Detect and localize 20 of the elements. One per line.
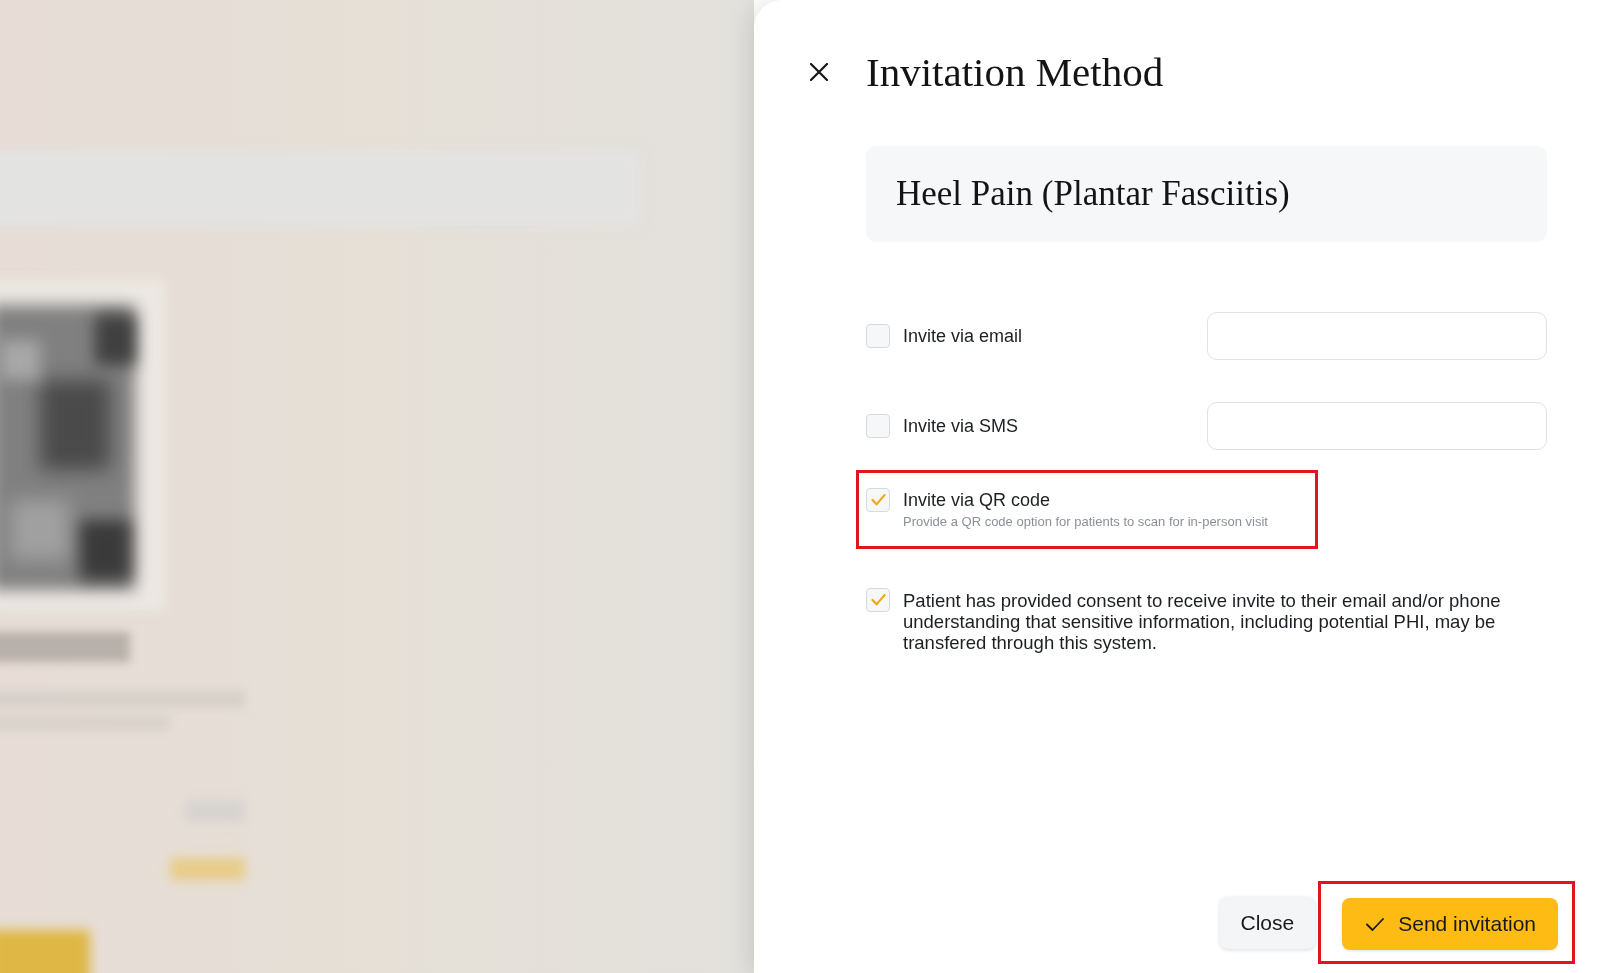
- checkbox[interactable]: [866, 414, 890, 438]
- text-input[interactable]: [1207, 312, 1547, 360]
- option-label: Invite via QR code: [903, 489, 1052, 512]
- send-invitation-button[interactable]: Send invitation: [1342, 898, 1558, 950]
- text-input[interactable]: [1207, 402, 1547, 450]
- option-description: Provide a QR code option for patients to scan for in-person visit: [903, 514, 1268, 530]
- close-icon: [810, 63, 828, 81]
- program-title: Heel Pain (Plantar Fasciitis): [896, 174, 1290, 214]
- consent-text: Patient has provided consent to receive invite to their email and/or phone understanding that sensitive information, including potential PHI, may be transfered through this system.: [903, 590, 1502, 653]
- option-label: Invite via email: [903, 325, 1023, 348]
- close-button[interactable]: [810, 63, 828, 81]
- close-dialog-button[interactable]: Close: [1219, 896, 1316, 949]
- checkbox[interactable]: [866, 588, 890, 612]
- checkbox[interactable]: [866, 488, 890, 512]
- dialog-title: Invitation Method: [866, 48, 1164, 96]
- check-icon: [870, 494, 886, 506]
- check-icon: [1366, 917, 1385, 931]
- check-icon: [870, 594, 886, 606]
- option-label: Invite via SMS: [903, 415, 1019, 438]
- checkbox[interactable]: [866, 324, 890, 348]
